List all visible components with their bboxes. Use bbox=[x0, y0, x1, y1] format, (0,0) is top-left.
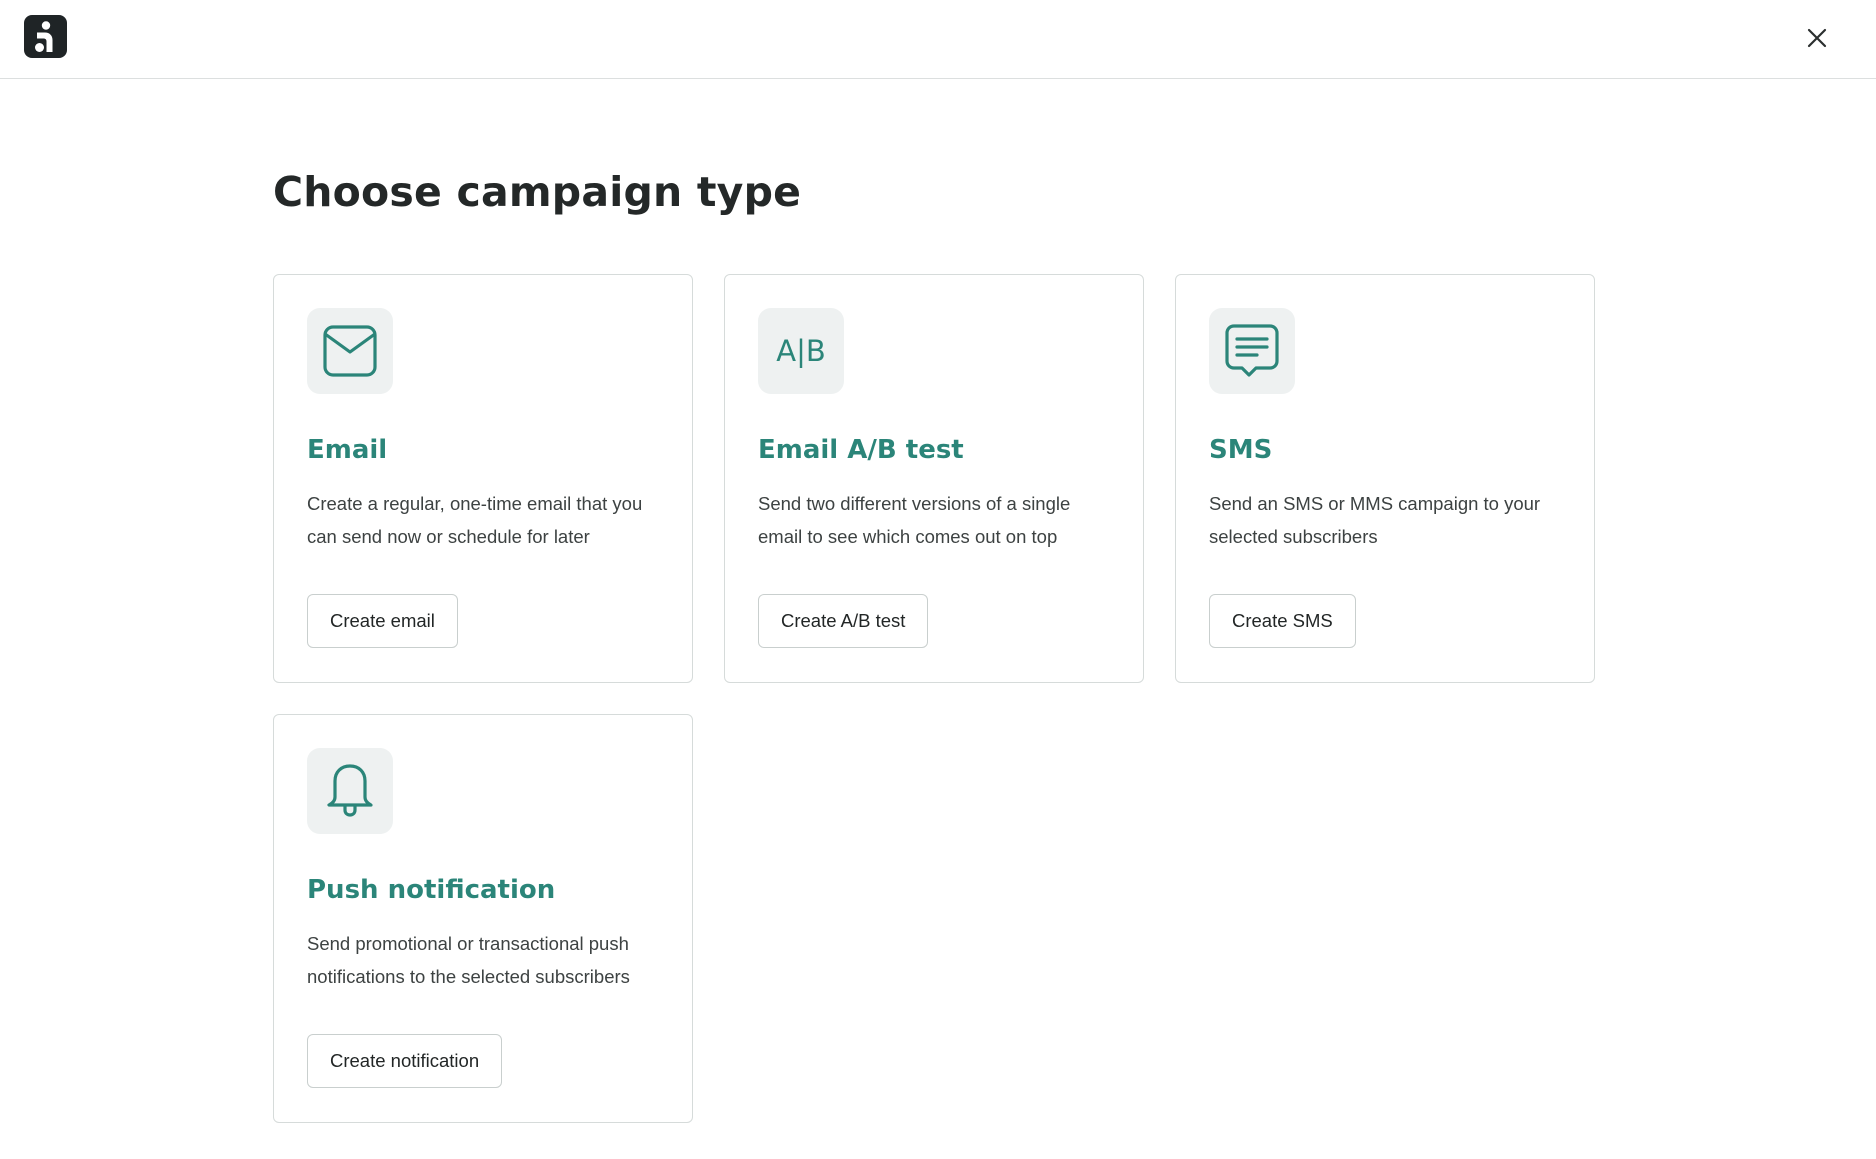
page-title: Choose campaign type bbox=[273, 168, 802, 216]
campaign-card-ab-test: A|B Email A/B test Send two different ve… bbox=[724, 274, 1144, 683]
card-description: Send an SMS or MMS campaign to your sele… bbox=[1209, 493, 1541, 547]
brand-logo-icon bbox=[35, 21, 53, 52]
card-description: Send promotional or transactional push n… bbox=[307, 933, 630, 987]
icon-tile bbox=[1209, 308, 1295, 394]
create-email-button[interactable]: Create email bbox=[307, 594, 458, 648]
campaign-card-sms: SMS Send an SMS or MMS campaign to your … bbox=[1175, 274, 1595, 683]
brand-logo[interactable] bbox=[24, 15, 67, 58]
card-title: Email bbox=[307, 435, 388, 465]
envelope-icon bbox=[323, 325, 377, 377]
card-description: Send two different versions of a single … bbox=[758, 493, 1071, 547]
icon-tile: A|B bbox=[758, 308, 844, 394]
icon-tile bbox=[307, 308, 393, 394]
svg-text:A|B: A|B bbox=[776, 334, 826, 368]
close-button[interactable] bbox=[1801, 22, 1833, 54]
card-title: Email A/B test bbox=[758, 435, 964, 465]
card-description: Create a regular, one-time email that yo… bbox=[307, 493, 643, 547]
campaign-card-push-notification: Push notification Send promotional or tr… bbox=[273, 714, 693, 1123]
ab-test-icon: A|B bbox=[776, 334, 826, 368]
close-icon bbox=[1807, 28, 1827, 48]
card-title: Push notification bbox=[307, 875, 556, 905]
bell-icon bbox=[327, 764, 373, 817]
card-title: SMS bbox=[1209, 435, 1273, 465]
create-ab-test-button[interactable]: Create A/B test bbox=[758, 594, 929, 648]
chat-bubble-icon bbox=[1225, 324, 1279, 377]
icon-tile bbox=[307, 748, 393, 834]
create-sms-button[interactable]: Create SMS bbox=[1209, 594, 1356, 648]
campaign-card-email: Email Create a regular, one-time email t… bbox=[273, 274, 693, 683]
create-notification-button[interactable]: Create notification bbox=[307, 1034, 503, 1088]
top-bar bbox=[0, 0, 1876, 79]
